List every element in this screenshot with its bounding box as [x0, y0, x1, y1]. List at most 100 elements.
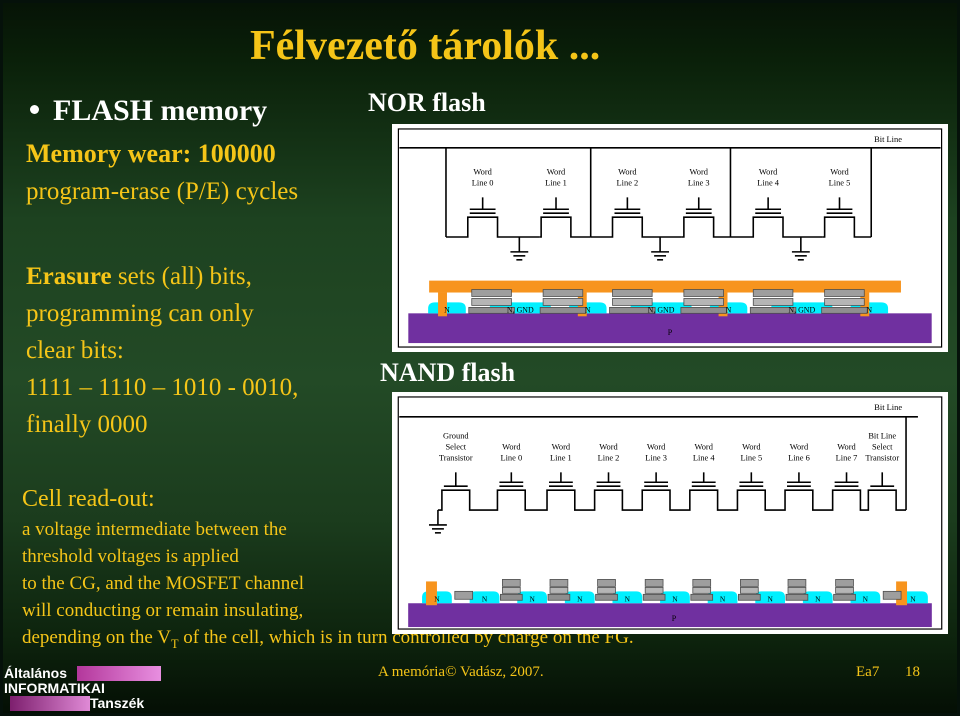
nand-word-line-label: Word [742, 442, 761, 452]
nor-floating-gate [612, 298, 653, 306]
nand-control-gate [692, 579, 712, 587]
nor-control-gate [471, 289, 512, 297]
footer-page-number: 18 [905, 664, 920, 680]
nand-select-gate [882, 590, 902, 600]
logo-text-altalanos: Általános [4, 665, 68, 681]
nand-diffusion-label: N [863, 594, 869, 603]
erasure-keyword: Erasure [26, 263, 112, 290]
nand-floating-gate [835, 586, 854, 594]
nand-word-line-label: Line 1 [550, 452, 572, 462]
nor-word-line-label: Line 5 [829, 177, 851, 187]
nor-word-line-label: Word [830, 167, 849, 177]
nor-diffusion-label: N [444, 305, 450, 314]
nand-control-gate [835, 579, 854, 587]
nor-control-gate [542, 289, 584, 297]
cell-readout-text-block: Cell read-out: a voltage intermediate be… [22, 486, 634, 658]
nand-diffusion-label: N [625, 594, 631, 603]
svg-text:P: P [668, 328, 673, 337]
nand-diffusion-label: N [529, 594, 535, 603]
nand-diffusion-label: N [767, 594, 773, 603]
nand-control-gate [597, 579, 616, 587]
bullet-dot-icon [30, 105, 39, 114]
nor-word-line-label: Line 2 [617, 177, 639, 187]
nor-word-line-label: Line 0 [472, 177, 494, 187]
nand-word-line-label: Word [599, 442, 618, 452]
department-logo: Általános INFORMATIKAI Tanszék [4, 666, 164, 714]
nor-flash-heading: NOR flash [368, 88, 486, 117]
nor-floating-gate [683, 298, 724, 306]
cell-readout-title: Cell read-out: [22, 486, 155, 512]
nand-word-line-label: Word [694, 442, 713, 452]
logo-row-1: Általános [4, 666, 164, 681]
nand-diffusion-label: N [577, 594, 583, 603]
erasure-line-5: finally 0000 [26, 411, 148, 438]
nand-word-line-label: Word [790, 442, 809, 452]
nand-gate-base [785, 593, 809, 601]
nand-word-line-label: Line 7 [836, 452, 858, 462]
nand-diffusion-label: N [672, 594, 678, 603]
nand-diffusion-label: N [482, 594, 488, 603]
svg-text:Bit Line: Bit Line [874, 402, 902, 412]
nand-word-line-label: Word [502, 442, 521, 452]
nor-gate-base [680, 306, 727, 314]
logo-row-3: Tanszék [4, 696, 164, 711]
nor-control-gate [612, 289, 653, 297]
nand-gate-base [547, 593, 571, 601]
nand-ground-select-label: Select [446, 442, 467, 452]
cell-readout-line-3: to the CG, and the MOSFET channel [22, 573, 304, 594]
nor-control-gate [752, 289, 794, 297]
page-title: Félvezető tárolók ... [250, 23, 601, 69]
nor-word-line-label: Line 3 [688, 177, 710, 187]
nor-word-line-label: Word [547, 167, 566, 177]
nor-word-line-label: Word [759, 167, 778, 177]
nor-diffusion-label: N, GND [648, 305, 675, 314]
nand-word-line-label: Line 6 [788, 452, 810, 462]
nand-gate-base [500, 593, 523, 601]
nand-flash-heading: NAND flash [380, 358, 516, 387]
nor-floating-gate [824, 298, 865, 306]
footer-lecture-code: Ea7 [856, 664, 880, 680]
nand-word-line-label: Line 3 [645, 452, 667, 462]
nand-floating-gate [597, 586, 616, 594]
nand-gate-base [833, 593, 856, 601]
footer-copyright: A memória© Vadász, 2007. [378, 664, 544, 680]
nand-word-line-label: Line 4 [693, 452, 716, 462]
bullet-flash-memory: FLASH memory [30, 94, 390, 128]
vt-subscript: T [171, 636, 179, 651]
bullet-label: FLASH memory [53, 94, 268, 127]
logo-text-tanszek: Tanszék [90, 695, 145, 711]
nor-word-line-label: Line 4 [757, 177, 780, 187]
erasure-line-4: 1111 – 1110 – 1010 - 0010, [26, 374, 299, 401]
nor-floating-gate [752, 298, 794, 306]
nand-gate-base [642, 593, 666, 601]
memory-wear-line-2: program-erase (P/E) cycles [26, 178, 299, 205]
nor-floating-gate [542, 298, 584, 306]
nor-diffusion-label: N, GND [788, 305, 815, 314]
nor-diffusion-label: N [726, 305, 732, 314]
nand-floating-gate [787, 586, 807, 594]
nor-word-line-label: Word [618, 167, 637, 177]
slide-canvas: Félvezető tárolók ... FLASH memory Memor… [0, 0, 960, 716]
nand-word-line-label: Word [552, 442, 571, 452]
nand-flash-diagram: Bit Line Ground Select Transistor Word Line … [392, 392, 948, 634]
svg-text:Bit Line: Bit Line [874, 134, 902, 144]
nand-word-line-label: Line 5 [740, 452, 762, 462]
nor-gate-base [821, 306, 868, 314]
nand-diffusion-label: N [815, 594, 821, 603]
erasure-line-1-rest: sets (all) bits, [111, 263, 252, 290]
nor-gate-base [539, 306, 587, 314]
logo-bar-top [77, 666, 161, 681]
nand-bitline-select-label: Transistor [865, 452, 899, 462]
nand-gate-base [595, 593, 618, 601]
nand-word-line-label: Word [837, 442, 856, 452]
nand-word-line-label: Word [647, 442, 666, 452]
erasure-text-block: Erasure sets (all) bits, programming can… [26, 258, 386, 443]
nand-floating-gate [644, 586, 664, 594]
nand-floating-gate [692, 586, 712, 594]
nor-word-line-label: Word [690, 167, 709, 177]
cell-readout-line-2: threshold voltages is applied [22, 546, 239, 567]
nand-control-gate [644, 579, 664, 587]
nand-floating-gate [740, 586, 759, 594]
cell-readout-line-4: will conducting or remain insulating, [22, 600, 304, 621]
nand-word-line-label: Line 2 [598, 452, 620, 462]
